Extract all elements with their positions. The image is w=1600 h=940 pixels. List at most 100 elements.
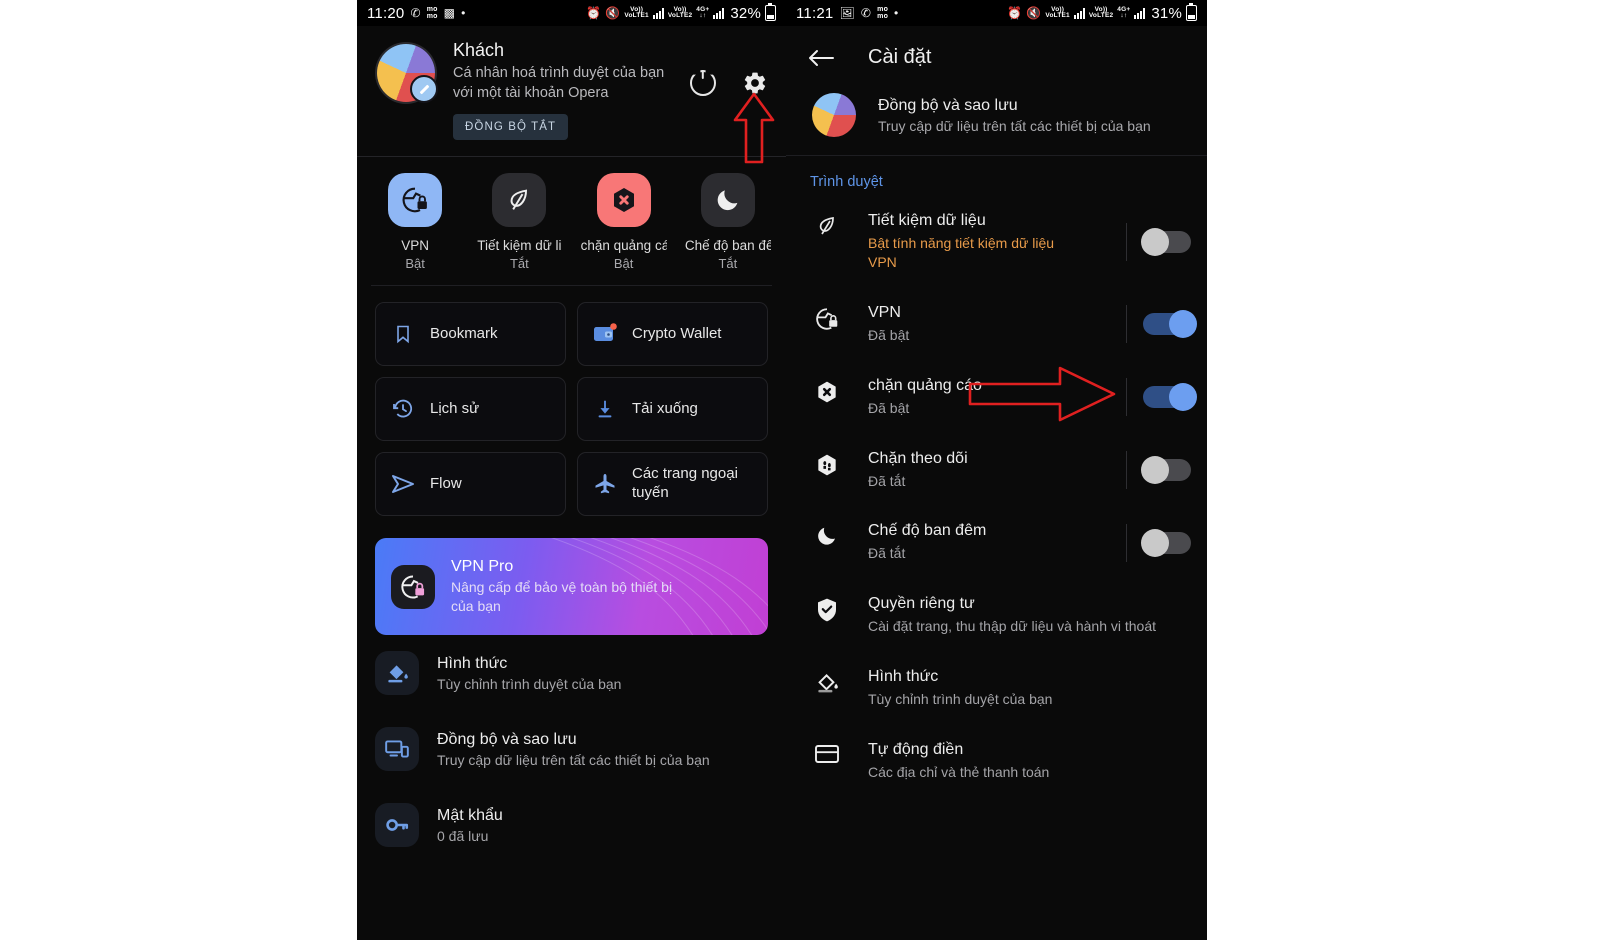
feature-label: Chế độ ban đê [684, 238, 771, 254]
account-header[interactable]: Khách Cá nhân hoá trình duyệt của bạn vớ… [357, 26, 786, 150]
setting-row-autofill[interactable]: Tự động điền Các địa chỉ và thẻ thanh to… [786, 725, 1207, 798]
volte2-icon: Vo)) VoLTE2 [667, 5, 693, 19]
tile-downloads[interactable]: Tải xuống [577, 377, 768, 442]
paint-bucket-icon [812, 668, 842, 696]
setting-row-appearance[interactable]: Hình thức Tùy chỉnh trình duyệt của bạn [786, 652, 1207, 725]
qr-icon: ▩ [443, 6, 456, 20]
wallet-icon [592, 321, 618, 347]
image-icon: 🖼 [839, 6, 855, 20]
battery-icon [1186, 3, 1197, 21]
account-name: Khách [453, 40, 505, 60]
setting-subtitle: Đã bật [868, 326, 910, 343]
moon-icon [700, 173, 755, 228]
row-title: Đồng bộ và sao lưu [437, 730, 577, 748]
toggle-vpn[interactable] [1143, 310, 1197, 339]
setting-row-night-mode[interactable]: Chế độ ban đêm Đã tắt [786, 506, 1207, 579]
feature-state: Bật [613, 256, 634, 272]
setting-subtitle: Bật tính năng tiết kiệm dữ liệu VPN [868, 235, 1055, 270]
setting-title: Quyền riêng tư [868, 595, 975, 613]
tile-label: Crypto Wallet [632, 324, 722, 342]
tile-bookmark[interactable]: Bookmark [375, 302, 566, 367]
feature-state: Tắt [509, 256, 529, 272]
setting-row-tracker-block[interactable]: Chặn theo dõi Đã tắt [786, 434, 1207, 507]
feature-state: Tắt [718, 256, 738, 272]
setting-row-vpn[interactable]: VPN Đã bật [786, 288, 1207, 361]
network-type-icon: 4G+ ↓↑ [1117, 5, 1131, 19]
tile-label: Các trang ngoại tuyến [632, 465, 738, 502]
feature-night-mode[interactable]: Chế độ ban đê Tắt [676, 173, 780, 271]
tile-label: Tải xuống [632, 399, 698, 417]
sync-status-button[interactable]: ĐỒNG BỘ TẮT [453, 114, 569, 141]
setting-row-adblock[interactable]: chặn quảng cáo Đã bật [786, 361, 1207, 434]
tile-label: Lịch sử [430, 399, 480, 417]
row-passwords[interactable]: Mật khẩu 0 đã lưu [357, 787, 786, 863]
flow-send-icon [390, 471, 416, 497]
row-appearance[interactable]: Hình thức Tùy chỉnh trình duyệt của bạn [357, 635, 786, 711]
volte2-icon: Vo)) VoLTE2 [1088, 5, 1114, 19]
phone-call-icon: ✆ [860, 6, 872, 20]
banner-subtitle: Nâng cấp để bảo vệ toàn bộ thiết bị của … [451, 578, 673, 614]
history-clock-icon [390, 396, 416, 422]
tile-flow[interactable]: Flow [375, 452, 566, 517]
setting-row-privacy[interactable]: Quyền riêng tư Cài đặt trang, thu thập d… [786, 579, 1207, 652]
sync-account-row[interactable]: Đồng bộ và sao lưu Truy cập dữ liệu trên… [786, 87, 1207, 155]
setting-subtitle: Cài đặt trang, thu thập dữ liệu và hành … [868, 618, 1157, 635]
dot-icon: • [894, 6, 899, 20]
toggle-adblock[interactable] [1143, 383, 1197, 412]
row-subtitle: Tùy chỉnh trình duyệt của bạn [437, 675, 622, 692]
sync-subtitle: Truy cập dữ liệu trên tất các thiết bị c… [878, 117, 1151, 134]
setting-title: Chặn theo dõi [868, 449, 968, 467]
feature-adblock[interactable]: chặn quảng cá Bật [572, 173, 676, 271]
battery-icon [765, 3, 776, 21]
vpn-globe-lock-icon [391, 564, 435, 609]
toggle-divider [1126, 523, 1127, 562]
avatar[interactable] [377, 44, 438, 103]
mute-icon: 🔇 [1026, 6, 1042, 20]
signal-bars-2-icon [1134, 7, 1146, 19]
toggle-tracker-block[interactable] [1141, 456, 1191, 484]
momo-icon: mo mo [426, 5, 438, 20]
tile-offline-pages[interactable]: Các trang ngoại tuyến [577, 452, 768, 517]
adblock-hex-x-icon [596, 173, 651, 228]
dot-icon: • [461, 6, 466, 20]
setting-row-data-savings[interactable]: Tiết kiệm dữ liệu Bật tính năng tiết kiệ… [786, 196, 1207, 288]
right-status-bar: 11:21 🖼 ✆ mo mo • ⏰ 🔇 Vo)) VoLTE1 Vo)) VoLT… [786, 0, 1207, 26]
battery-percent: 32% [730, 4, 761, 22]
toggle-divider [1126, 305, 1127, 344]
toggle-divider [1126, 222, 1127, 261]
phone-call-icon: ✆ [410, 6, 421, 20]
setting-title: Tự động điền [868, 741, 964, 759]
network-type-icon: 4G+ ↓↑ [696, 5, 710, 19]
power-icon[interactable] [690, 70, 716, 96]
setting-title: Tiết kiệm dữ liệu [868, 212, 986, 229]
feature-data-savings[interactable]: Tiết kiệm dữ li Tắt [467, 173, 571, 271]
status-time: 11:20 [367, 4, 405, 22]
battery-percent: 31% [1151, 4, 1182, 22]
setting-title: VPN [868, 303, 901, 321]
volte1-icon: Vo)) VoLTE1 [624, 5, 649, 19]
edit-pencil-icon[interactable] [410, 75, 438, 103]
feature-label: VPN [401, 238, 429, 254]
tile-crypto-wallet[interactable]: Crypto Wallet [577, 302, 768, 367]
banner-title: VPN Pro [451, 557, 514, 575]
setting-subtitle: Tùy chỉnh trình duyệt của bạn [868, 691, 1053, 708]
toggle-data-savings[interactable] [1141, 227, 1191, 256]
back-arrow-icon[interactable] [808, 49, 834, 67]
vpn-pro-banner[interactable]: VPN Pro Nâng cấp để bảo vệ toàn bộ thiết… [375, 538, 768, 636]
toggle-night-mode[interactable] [1141, 528, 1191, 557]
devices-sync-icon [375, 727, 419, 772]
tile-history[interactable]: Lịch sử [375, 377, 566, 442]
row-subtitle: 0 đã lưu [437, 827, 489, 844]
key-icon [375, 803, 419, 848]
row-sync-backup[interactable]: Đồng bộ và sao lưu Truy cập dữ liệu trên… [357, 711, 786, 787]
signal-bars-1-icon [652, 7, 664, 19]
tile-label: Flow [430, 474, 462, 492]
gear-icon[interactable] [742, 70, 768, 96]
row-subtitle: Truy cập dữ liệu trên tất các thiết bị c… [437, 751, 710, 768]
vpn-globe-lock-icon [388, 173, 443, 228]
screenshot-stage: 11:20 ✆ mo mo ▩ • ⏰ 🔇 Vo)) VoLTE1 Vo)) VoLT… [0, 0, 1600, 940]
alarm-icon: ⏰ [1007, 6, 1023, 20]
account-description: Cá nhân hoá trình duyệt của bạn với một … [453, 65, 665, 101]
leaf-icon [812, 212, 842, 238]
feature-vpn[interactable]: VPN Bật [363, 173, 467, 271]
